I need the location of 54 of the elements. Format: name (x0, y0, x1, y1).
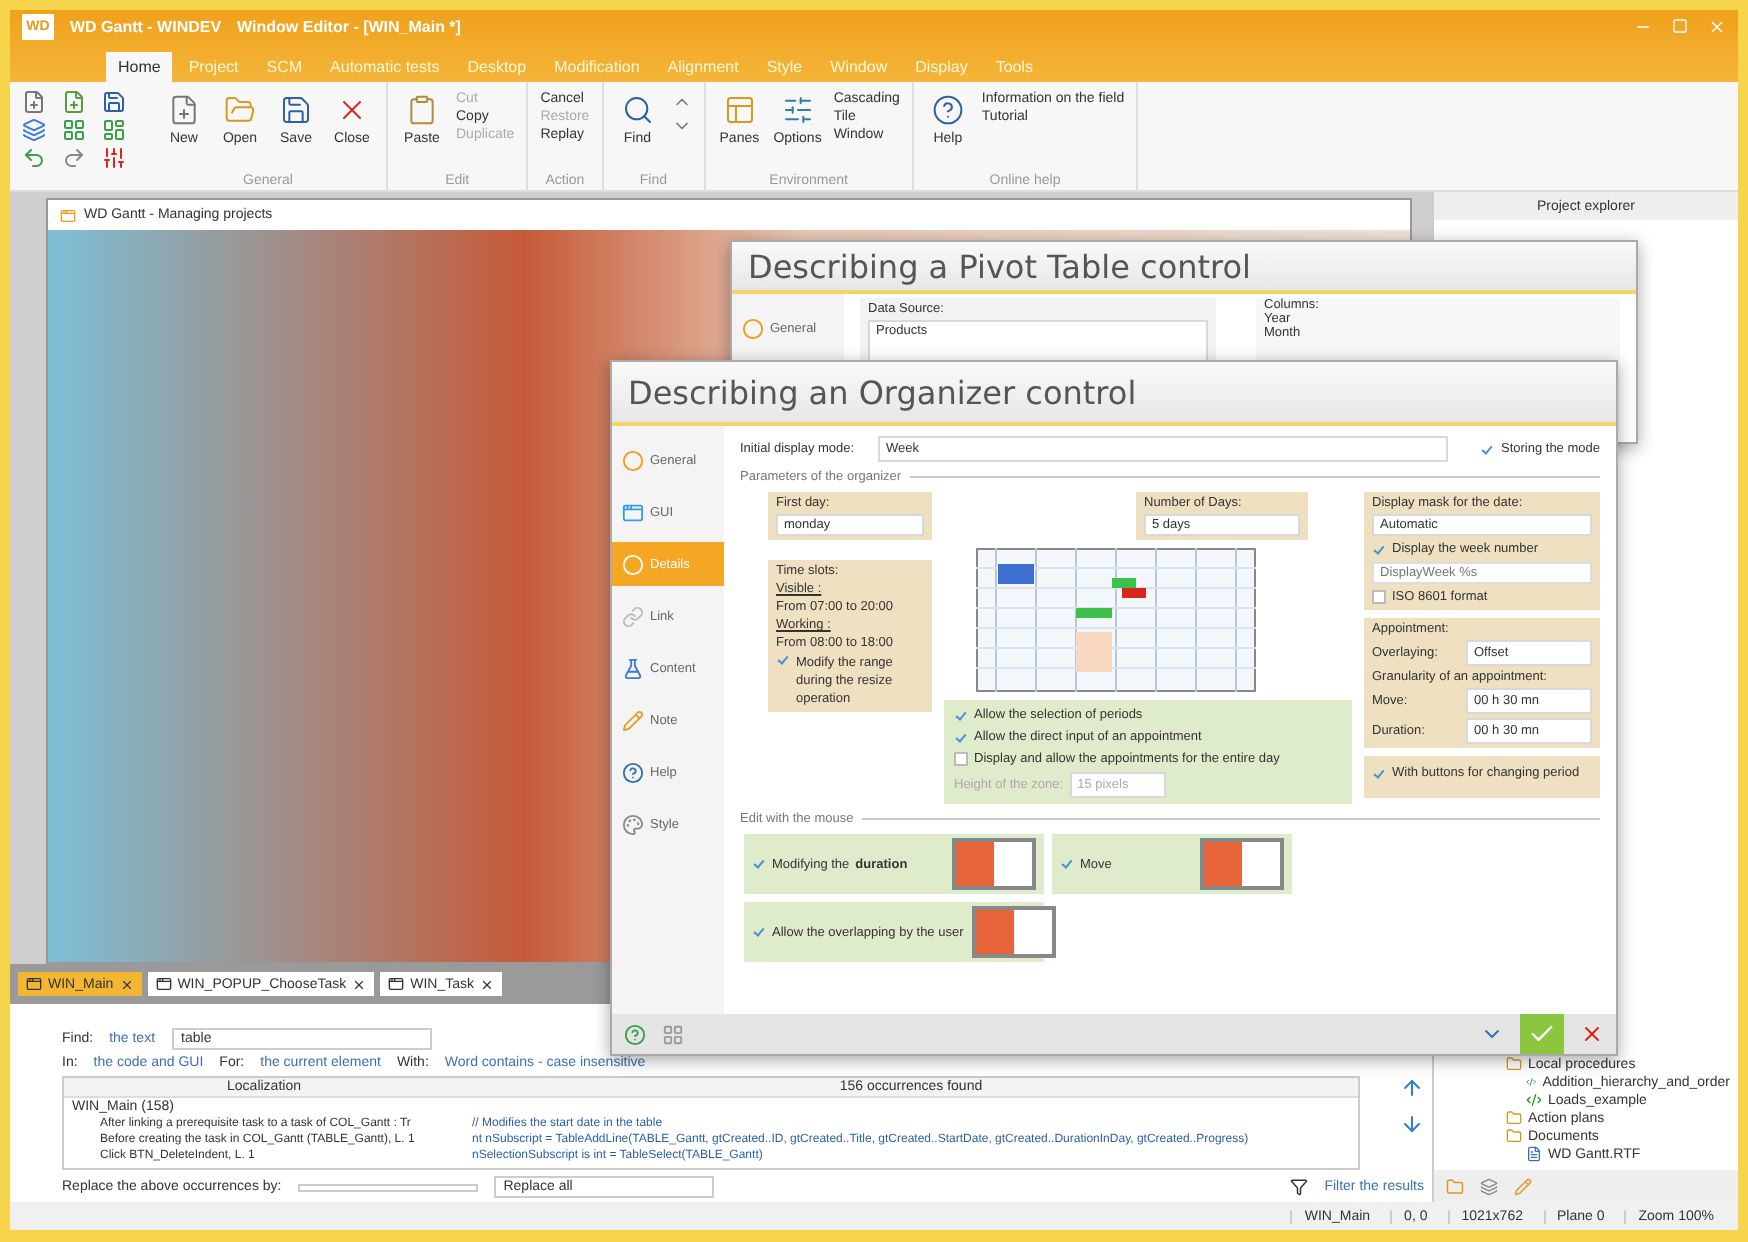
undo-icon[interactable] (22, 146, 46, 170)
search-icon (621, 94, 654, 126)
preview-thumbnail (971, 906, 1056, 958)
save-icon (280, 94, 312, 126)
help-icon (622, 761, 644, 783)
replace-field[interactable] (297, 1183, 478, 1191)
save-icon[interactable] (102, 90, 126, 114)
close-icon[interactable] (480, 977, 495, 991)
redo-icon[interactable] (62, 146, 86, 170)
pencil-icon[interactable] (1514, 1177, 1532, 1195)
maximize-icon[interactable] (1672, 18, 1688, 34)
ring-icon (622, 553, 644, 575)
grid-icon[interactable] (62, 118, 86, 142)
window-icon (155, 976, 172, 992)
ok-button[interactable] (1520, 1014, 1564, 1054)
preview-thumbnail (1200, 838, 1284, 890)
layers-icon[interactable] (1480, 1177, 1498, 1195)
panes-icon (723, 94, 756, 126)
help-icon[interactable] (624, 1023, 646, 1045)
explorer-tab-icon[interactable] (1446, 1177, 1464, 1195)
editor-title: Window Editor - [WIN_Main *] (237, 18, 461, 36)
window-icon (26, 976, 42, 992)
dialog-title: Describing a Pivot Table control (748, 247, 1251, 285)
palette-icon (622, 813, 644, 835)
layout-icon[interactable] (102, 118, 126, 142)
folder-icon (1506, 1056, 1522, 1072)
add-icon[interactable] (62, 90, 86, 114)
dialog-title: Describing an Organizer control (628, 373, 1137, 411)
window-icon (388, 976, 405, 992)
ring-icon (742, 317, 764, 339)
tool-icon[interactable] (102, 146, 126, 170)
clipboard-icon (406, 94, 438, 126)
filter-icon[interactable] (1290, 1178, 1309, 1196)
flask-icon (622, 657, 644, 679)
help-icon (931, 94, 964, 126)
link-icon (622, 605, 644, 627)
up-arrow-icon[interactable] (1400, 1076, 1424, 1100)
down-arrow-icon[interactable] (1400, 1112, 1424, 1136)
cancel-icon[interactable] (1580, 1022, 1604, 1046)
options-icon (781, 94, 814, 126)
window-icon (622, 501, 644, 523)
close-icon[interactable] (119, 977, 134, 991)
document-icon (1526, 1146, 1542, 1162)
ring-icon (622, 449, 644, 471)
window-icon (60, 207, 76, 223)
folder-icon (224, 94, 256, 126)
ribbon-tab[interactable]: Home (106, 52, 173, 82)
new-file-icon (168, 94, 200, 126)
close-icon[interactable] (352, 977, 367, 991)
preview-thumbnail (952, 838, 1036, 890)
new-file-icon[interactable] (22, 90, 46, 114)
pencil-icon (622, 709, 644, 731)
window-title: WD Gantt - WINDEV (70, 18, 222, 36)
layers-icon[interactable] (22, 118, 46, 142)
